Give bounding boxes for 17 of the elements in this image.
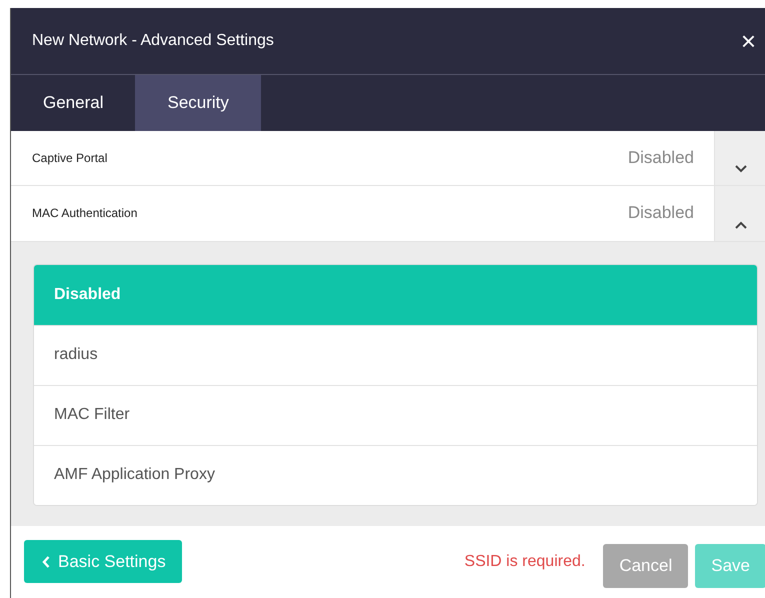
section-value: Disabled: [628, 147, 695, 170]
chevron-left-icon: [42, 556, 50, 568]
tab[interactable]: General: [11, 75, 136, 131]
section-header[interactable]: Captive Portal Disabled: [11, 130, 765, 186]
section-label: Captive Portal: [31, 150, 108, 168]
option-item[interactable]: AMF Application Proxy: [34, 444, 757, 505]
chevron-up-icon: [734, 220, 746, 229]
expand-toggle[interactable]: [714, 186, 765, 241]
section-label: MAC Authentication: [31, 205, 138, 222]
section-header[interactable]: MAC Authentication Disabled: [11, 186, 765, 242]
error-message: SSID is required.: [464, 552, 586, 571]
close-button[interactable]: ×: [740, 26, 756, 57]
section-value: Disabled: [628, 202, 695, 224]
tab[interactable]: Security: [135, 75, 261, 131]
window-title: New Network - Advanced Settings: [32, 32, 274, 50]
chevron-down-icon: [734, 165, 746, 174]
expand-toggle[interactable]: [714, 130, 765, 186]
